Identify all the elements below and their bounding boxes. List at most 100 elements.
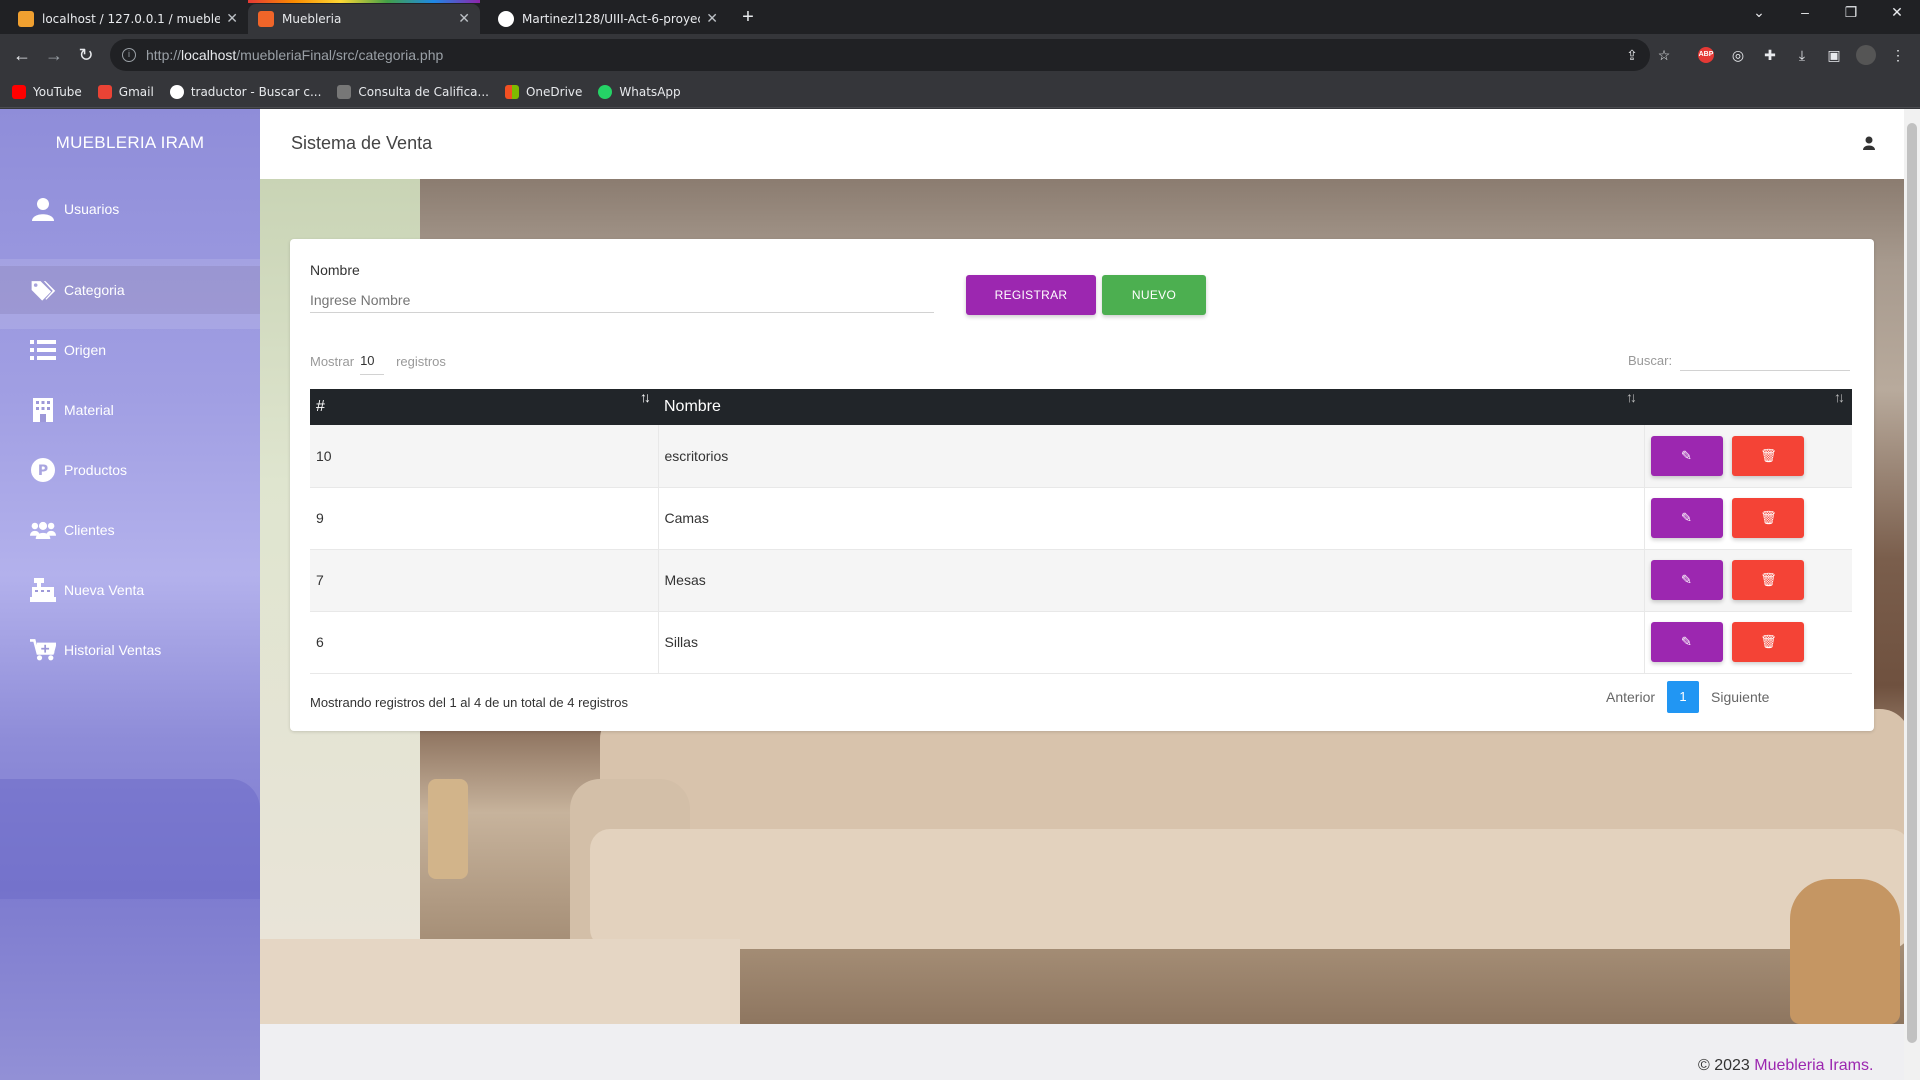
download-icon[interactable]: ⤓ [1792,45,1812,65]
edit-button[interactable]: ✎ [1650,498,1723,538]
browser-tabstrip: localhost / 127.0.0.1 / muebleria ✕ Mueb… [0,0,1920,34]
close-tab-icon[interactable]: ✕ [226,11,238,27]
bookmark-consulta[interactable]: Consulta de Califica... [337,84,489,99]
sidebar-item-historial-ventas[interactable]: Historial Ventas [0,626,260,674]
close-tab-icon[interactable]: ✕ [458,11,470,27]
tab-search-icon[interactable]: ⌄ [1744,4,1774,21]
next-page-link[interactable]: Siguiente [1711,689,1769,705]
minimize-icon[interactable]: – [1790,4,1820,20]
adblock-icon[interactable]: ABP [1698,47,1714,63]
share-icon[interactable]: ⇪ [1622,45,1642,65]
category-table: # ↑↓ Nombre ↑↓ ↑↓ 10 escritorios ✎ 🗑 9 Cam… [310,389,1852,674]
delete-button[interactable]: 🗑 [1732,622,1805,662]
column-header-id[interactable]: # ↑↓ [310,389,658,425]
sidebar-item-origen[interactable]: Origen [0,326,260,374]
restore-icon[interactable]: ❐ [1836,4,1866,21]
sidebar-item-label: Historial Ventas [64,642,162,658]
list-icon [30,337,56,363]
top-navbar: Sistema de Venta [260,109,1904,179]
tab-color-strip [248,0,480,3]
back-arrow-icon[interactable]: ← [10,43,34,67]
bookmark-gmail[interactable]: Gmail [97,84,154,99]
cell-nombre: Sillas [658,611,1645,674]
brand-logo-text[interactable]: MUEBLERIA IRAM [0,133,260,153]
tab-title: Muebleria [282,12,342,26]
trash-icon: 🗑 [1760,572,1777,587]
sidebar-item-usuarios[interactable]: Usuarios [0,185,260,233]
footer-brand-link[interactable]: Muebleria Irams. [1754,1057,1873,1074]
trash-icon: 🗑 [1760,447,1777,463]
edit-button[interactable]: ✎ [1650,622,1723,662]
scrollbar-thumb[interactable] [1907,123,1917,1043]
bookmark-youtube[interactable]: YouTube [12,84,82,99]
table-row: 7 Mesas ✎ 🗑 [310,549,1852,612]
sidebar-item-nueva-venta[interactable]: Nueva Venta [0,566,260,614]
bookmark-star-icon[interactable]: ☆ [1654,45,1674,65]
shield-icon [337,84,352,99]
cell-nombre: Mesas [658,549,1645,612]
youtube-icon [12,84,26,99]
column-header-nombre[interactable]: Nombre ↑↓ [658,389,1644,425]
edit-button[interactable]: ✎ [1650,560,1723,600]
delete-button[interactable]: 🗑 [1732,435,1805,476]
page-length-control: Mostrar 10 registros [310,347,446,375]
bookmark-whatsapp[interactable]: WhatsApp [598,84,681,99]
whatsapp-icon [598,84,613,99]
cell-actions: ✎ 🗑 [1644,611,1852,674]
cash-register-icon [30,577,56,603]
close-window-icon[interactable]: ✕ [1882,4,1912,21]
browser-tab-github[interactable]: Martinezl128/UIII-Act-6-proyect ✕ [488,4,728,34]
edit-icon: ✎ [1681,447,1692,463]
sidebar-item-productos[interactable]: P Productos [0,446,260,494]
menu-kebab-icon[interactable]: ⋮ [1888,45,1908,65]
side-table-decor [1790,879,1900,1024]
bookmark-onedrive[interactable]: OneDrive [504,84,582,99]
edit-button[interactable]: ✎ [1650,435,1723,476]
forward-arrow-icon[interactable]: → [42,43,66,67]
tags-icon [30,277,56,303]
cart-plus-icon [30,637,56,663]
show-label: Mostrar [310,353,355,369]
browser-tab-muebleria[interactable]: Muebleria ✕ [248,4,480,34]
github-favicon-icon [498,11,514,27]
new-tab-button[interactable]: + [736,6,760,30]
sidebar-item-label: Productos [64,462,128,478]
building-icon [30,397,56,423]
extension-bulb-icon[interactable]: ◎ [1728,45,1748,65]
profile-avatar[interactable] [1856,45,1876,65]
google-icon [169,84,184,99]
tab-title: Martinezl128/UIII-Act-6-proyect [522,12,701,26]
nombre-input[interactable] [310,287,934,313]
sidebar-item-clientes[interactable]: Clientes [0,506,260,554]
sidebar-item-categoria[interactable]: Categoria [0,266,260,314]
user-menu-icon[interactable] [1863,136,1875,150]
page-1-button[interactable]: 1 [1667,681,1700,713]
site-info-icon[interactable]: i [122,48,136,62]
extensions-puzzle-icon[interactable]: ✚ [1760,45,1780,65]
column-header-actions[interactable]: ↑↓ [1644,389,1852,425]
close-tab-icon[interactable]: ✕ [706,11,718,27]
table-info: Mostrando registros del 1 al 4 de un tot… [310,695,628,710]
browser-toolbar: ← → ↻ i http://localhost/muebleriaFinal/… [0,34,1920,76]
address-bar[interactable]: i http://localhost/muebleriaFinal/src/ca… [110,39,1650,71]
vase-decor [428,779,468,879]
browser-tab-phpmyadmin[interactable]: localhost / 127.0.0.1 / muebleria ✕ [8,4,248,34]
delete-button[interactable]: 🗑 [1732,560,1805,600]
side-panel-icon[interactable]: ▣ [1824,45,1844,65]
delete-button[interactable]: 🗑 [1732,498,1805,538]
nuevo-button[interactable]: NUEVO [1102,275,1206,315]
bookmark-traductor[interactable]: traductor - Buscar c... [169,84,321,99]
previous-page-link[interactable]: Anterior [1606,689,1655,705]
page-length-select[interactable]: 10 [360,347,385,375]
reload-icon[interactable]: ↻ [74,43,98,67]
sidebar-item-material[interactable]: Material [0,386,260,434]
phpmyadmin-favicon-icon [18,11,34,27]
cell-actions: ✎ 🗑 [1644,549,1852,612]
cell-id: 10 [310,425,659,488]
search-input[interactable] [1680,349,1851,371]
cell-nombre: Camas [658,487,1645,550]
registrar-button[interactable]: REGISTRAR [966,275,1096,315]
cell-id: 7 [310,549,659,612]
footer-copyright: © 2023 Muebleria Irams. [1698,1057,1874,1074]
page-scrollbar[interactable] [1904,109,1920,1080]
